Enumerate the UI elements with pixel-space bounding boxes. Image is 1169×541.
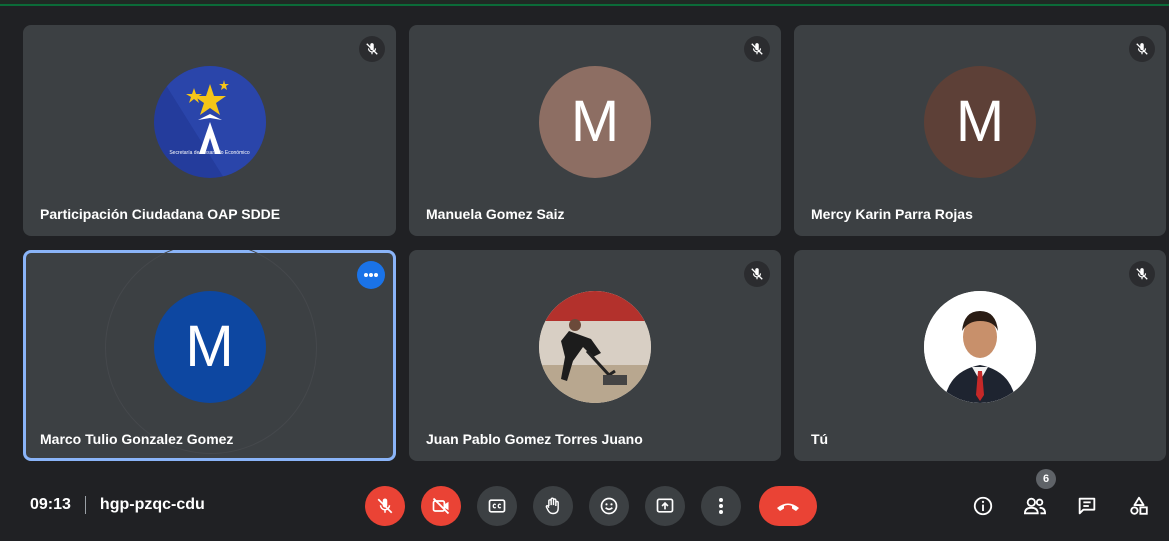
chat-button[interactable] (1069, 488, 1105, 524)
top-border (0, 0, 1169, 6)
meeting-details-button[interactable] (965, 488, 1001, 524)
chat-icon (1078, 497, 1096, 515)
participant-tile[interactable]: M Manuela Gomez Saiz (409, 25, 781, 236)
mic-off-icon (1129, 261, 1155, 287)
participant-name: Tú (811, 431, 829, 447)
mic-off-icon (359, 36, 385, 62)
avatar-photo (924, 290, 1036, 403)
participant-tile-active[interactable]: M Marco Tulio Gonzalez Gomez (23, 250, 396, 461)
present-icon (656, 498, 674, 513)
avatar-photo (539, 290, 651, 403)
mic-off-icon (1129, 36, 1155, 62)
participant-name: Participación Ciudadana OAP SDDE (40, 206, 281, 222)
meeting-code[interactable]: hgp-pzqc-cdu (100, 496, 205, 514)
more-options-button[interactable] (701, 486, 741, 526)
raise-hand-button[interactable] (533, 486, 573, 526)
avatar: M (153, 290, 266, 403)
mic-off-icon (744, 261, 770, 287)
participant-tile[interactable]: Juan Pablo Gomez Torres Juano (409, 250, 781, 461)
divider (84, 496, 86, 514)
present-screen-button[interactable] (645, 486, 685, 526)
participant-tile-self[interactable]: Tú (794, 250, 1166, 461)
end-call-icon (777, 503, 799, 511)
people-button[interactable] (1017, 488, 1053, 524)
activities-button[interactable] (1121, 488, 1157, 524)
participant-name: Marco Tulio Gonzalez Gomez (40, 431, 234, 447)
participant-name: Mercy Karin Parra Rojas (811, 206, 973, 222)
participants-count-badge: 6 (1036, 469, 1056, 489)
participant-name: Juan Pablo Gomez Torres Juano (426, 431, 643, 447)
more-options-icon[interactable] (357, 261, 385, 289)
end-call-button[interactable] (759, 486, 817, 526)
avatar: M (924, 65, 1036, 178)
participant-name: Manuela Gomez Saiz (426, 206, 565, 222)
camera-off-icon (432, 497, 450, 515)
participant-tile[interactable]: M Mercy Karin Parra Rojas (794, 25, 1166, 236)
captions-button[interactable] (477, 486, 517, 526)
mic-off-icon (377, 498, 393, 514)
emoji-icon (600, 497, 618, 515)
activities-icon (1130, 496, 1148, 515)
more-options-icon (719, 498, 723, 514)
participant-tile[interactable]: Secretaría de Desarrollo Económico Parti… (23, 25, 396, 236)
raise-hand-icon (545, 497, 559, 515)
meeting-info: 09:13 hgp-pzqc-cdu (30, 496, 205, 514)
organization-logo: Secretaría de Desarrollo Económico (153, 65, 266, 178)
emoji-reaction-button[interactable] (589, 486, 629, 526)
avatar: M (539, 65, 651, 178)
meeting-time: 09:13 (30, 496, 71, 513)
info-icon (973, 496, 993, 516)
camera-toggle-button[interactable] (421, 486, 461, 526)
mic-off-icon (744, 36, 770, 62)
captions-icon (488, 499, 506, 513)
mic-toggle-button[interactable] (365, 486, 405, 526)
people-icon (1023, 497, 1047, 515)
control-bar: 09:13 hgp-pzqc-cdu (0, 470, 1169, 541)
logo-caption: Secretaría de Desarrollo Económico (169, 149, 250, 156)
